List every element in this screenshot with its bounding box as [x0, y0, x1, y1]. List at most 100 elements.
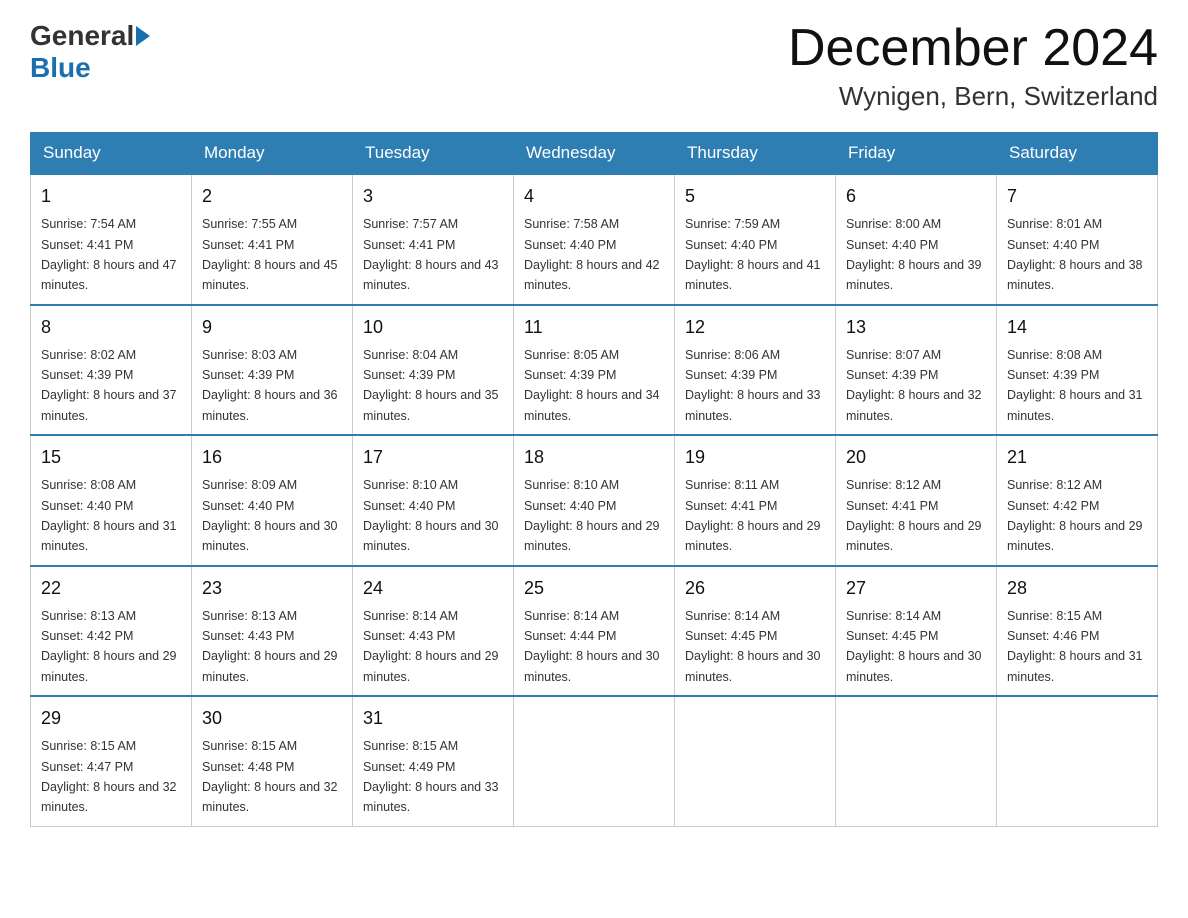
calendar-cell: 27 Sunrise: 8:14 AMSunset: 4:45 PMDaylig…	[836, 566, 997, 697]
day-info: Sunrise: 8:15 AMSunset: 4:49 PMDaylight:…	[363, 739, 499, 814]
day-info: Sunrise: 8:13 AMSunset: 4:43 PMDaylight:…	[202, 609, 338, 684]
calendar-cell: 31 Sunrise: 8:15 AMSunset: 4:49 PMDaylig…	[353, 696, 514, 826]
day-number: 27	[846, 575, 986, 602]
calendar-header-row: Sunday Monday Tuesday Wednesday Thursday…	[31, 133, 1158, 175]
day-info: Sunrise: 8:10 AMSunset: 4:40 PMDaylight:…	[363, 478, 499, 553]
day-number: 1	[41, 183, 181, 210]
calendar-cell: 9 Sunrise: 8:03 AMSunset: 4:39 PMDayligh…	[192, 305, 353, 436]
day-info: Sunrise: 7:57 AMSunset: 4:41 PMDaylight:…	[363, 217, 499, 292]
day-info: Sunrise: 8:08 AMSunset: 4:40 PMDaylight:…	[41, 478, 177, 553]
day-number: 3	[363, 183, 503, 210]
calendar-cell: 20 Sunrise: 8:12 AMSunset: 4:41 PMDaylig…	[836, 435, 997, 566]
calendar-cell: 3 Sunrise: 7:57 AMSunset: 4:41 PMDayligh…	[353, 174, 514, 305]
day-number: 11	[524, 314, 664, 341]
day-number: 7	[1007, 183, 1147, 210]
day-info: Sunrise: 8:01 AMSunset: 4:40 PMDaylight:…	[1007, 217, 1143, 292]
calendar-cell: 6 Sunrise: 8:00 AMSunset: 4:40 PMDayligh…	[836, 174, 997, 305]
calendar-week-2: 8 Sunrise: 8:02 AMSunset: 4:39 PMDayligh…	[31, 305, 1158, 436]
calendar-cell: 23 Sunrise: 8:13 AMSunset: 4:43 PMDaylig…	[192, 566, 353, 697]
day-info: Sunrise: 8:08 AMSunset: 4:39 PMDaylight:…	[1007, 348, 1143, 423]
calendar-table: Sunday Monday Tuesday Wednesday Thursday…	[30, 132, 1158, 827]
page-header: General Blue December 2024 Wynigen, Bern…	[30, 20, 1158, 112]
day-info: Sunrise: 8:02 AMSunset: 4:39 PMDaylight:…	[41, 348, 177, 423]
day-number: 29	[41, 705, 181, 732]
day-number: 13	[846, 314, 986, 341]
calendar-week-1: 1 Sunrise: 7:54 AMSunset: 4:41 PMDayligh…	[31, 174, 1158, 305]
day-number: 12	[685, 314, 825, 341]
day-number: 28	[1007, 575, 1147, 602]
calendar-cell: 28 Sunrise: 8:15 AMSunset: 4:46 PMDaylig…	[997, 566, 1158, 697]
calendar-week-5: 29 Sunrise: 8:15 AMSunset: 4:47 PMDaylig…	[31, 696, 1158, 826]
day-info: Sunrise: 8:14 AMSunset: 4:43 PMDaylight:…	[363, 609, 499, 684]
calendar-week-3: 15 Sunrise: 8:08 AMSunset: 4:40 PMDaylig…	[31, 435, 1158, 566]
calendar-week-4: 22 Sunrise: 8:13 AMSunset: 4:42 PMDaylig…	[31, 566, 1158, 697]
logo-general-text: General	[30, 20, 134, 52]
calendar-cell	[997, 696, 1158, 826]
header-friday: Friday	[836, 133, 997, 175]
day-number: 5	[685, 183, 825, 210]
calendar-cell: 11 Sunrise: 8:05 AMSunset: 4:39 PMDaylig…	[514, 305, 675, 436]
day-number: 10	[363, 314, 503, 341]
day-number: 31	[363, 705, 503, 732]
day-info: Sunrise: 8:03 AMSunset: 4:39 PMDaylight:…	[202, 348, 338, 423]
header-wednesday: Wednesday	[514, 133, 675, 175]
day-number: 24	[363, 575, 503, 602]
day-info: Sunrise: 8:04 AMSunset: 4:39 PMDaylight:…	[363, 348, 499, 423]
calendar-cell: 16 Sunrise: 8:09 AMSunset: 4:40 PMDaylig…	[192, 435, 353, 566]
calendar-cell: 7 Sunrise: 8:01 AMSunset: 4:40 PMDayligh…	[997, 174, 1158, 305]
day-info: Sunrise: 8:11 AMSunset: 4:41 PMDaylight:…	[685, 478, 821, 553]
calendar-cell: 10 Sunrise: 8:04 AMSunset: 4:39 PMDaylig…	[353, 305, 514, 436]
calendar-cell: 24 Sunrise: 8:14 AMSunset: 4:43 PMDaylig…	[353, 566, 514, 697]
day-number: 30	[202, 705, 342, 732]
calendar-cell: 18 Sunrise: 8:10 AMSunset: 4:40 PMDaylig…	[514, 435, 675, 566]
calendar-cell: 21 Sunrise: 8:12 AMSunset: 4:42 PMDaylig…	[997, 435, 1158, 566]
calendar-cell: 17 Sunrise: 8:10 AMSunset: 4:40 PMDaylig…	[353, 435, 514, 566]
day-number: 21	[1007, 444, 1147, 471]
day-number: 9	[202, 314, 342, 341]
day-info: Sunrise: 7:59 AMSunset: 4:40 PMDaylight:…	[685, 217, 821, 292]
day-info: Sunrise: 8:10 AMSunset: 4:40 PMDaylight:…	[524, 478, 660, 553]
calendar-cell: 15 Sunrise: 8:08 AMSunset: 4:40 PMDaylig…	[31, 435, 192, 566]
day-number: 22	[41, 575, 181, 602]
calendar-cell: 8 Sunrise: 8:02 AMSunset: 4:39 PMDayligh…	[31, 305, 192, 436]
day-number: 25	[524, 575, 664, 602]
day-number: 16	[202, 444, 342, 471]
day-number: 17	[363, 444, 503, 471]
calendar-cell	[514, 696, 675, 826]
day-number: 23	[202, 575, 342, 602]
day-number: 4	[524, 183, 664, 210]
calendar-cell	[836, 696, 997, 826]
day-info: Sunrise: 8:13 AMSunset: 4:42 PMDaylight:…	[41, 609, 177, 684]
header-saturday: Saturday	[997, 133, 1158, 175]
calendar-cell: 14 Sunrise: 8:08 AMSunset: 4:39 PMDaylig…	[997, 305, 1158, 436]
calendar-cell: 30 Sunrise: 8:15 AMSunset: 4:48 PMDaylig…	[192, 696, 353, 826]
day-info: Sunrise: 8:07 AMSunset: 4:39 PMDaylight:…	[846, 348, 982, 423]
calendar-cell: 5 Sunrise: 7:59 AMSunset: 4:40 PMDayligh…	[675, 174, 836, 305]
calendar-cell: 4 Sunrise: 7:58 AMSunset: 4:40 PMDayligh…	[514, 174, 675, 305]
calendar-cell: 13 Sunrise: 8:07 AMSunset: 4:39 PMDaylig…	[836, 305, 997, 436]
calendar-cell: 2 Sunrise: 7:55 AMSunset: 4:41 PMDayligh…	[192, 174, 353, 305]
header-tuesday: Tuesday	[353, 133, 514, 175]
day-info: Sunrise: 8:00 AMSunset: 4:40 PMDaylight:…	[846, 217, 982, 292]
calendar-cell: 12 Sunrise: 8:06 AMSunset: 4:39 PMDaylig…	[675, 305, 836, 436]
day-info: Sunrise: 8:09 AMSunset: 4:40 PMDaylight:…	[202, 478, 338, 553]
logo-arrow-icon	[136, 26, 150, 46]
day-info: Sunrise: 7:55 AMSunset: 4:41 PMDaylight:…	[202, 217, 338, 292]
day-info: Sunrise: 8:15 AMSunset: 4:47 PMDaylight:…	[41, 739, 177, 814]
day-info: Sunrise: 8:14 AMSunset: 4:45 PMDaylight:…	[685, 609, 821, 684]
header-sunday: Sunday	[31, 133, 192, 175]
day-info: Sunrise: 8:12 AMSunset: 4:41 PMDaylight:…	[846, 478, 982, 553]
calendar-cell	[675, 696, 836, 826]
month-title: December 2024	[788, 20, 1158, 77]
day-number: 18	[524, 444, 664, 471]
day-number: 8	[41, 314, 181, 341]
day-number: 15	[41, 444, 181, 471]
day-number: 14	[1007, 314, 1147, 341]
logo: General Blue	[30, 20, 152, 84]
day-number: 20	[846, 444, 986, 471]
day-info: Sunrise: 7:54 AMSunset: 4:41 PMDaylight:…	[41, 217, 177, 292]
header-thursday: Thursday	[675, 133, 836, 175]
day-number: 2	[202, 183, 342, 210]
calendar-cell: 29 Sunrise: 8:15 AMSunset: 4:47 PMDaylig…	[31, 696, 192, 826]
title-area: December 2024 Wynigen, Bern, Switzerland	[788, 20, 1158, 112]
